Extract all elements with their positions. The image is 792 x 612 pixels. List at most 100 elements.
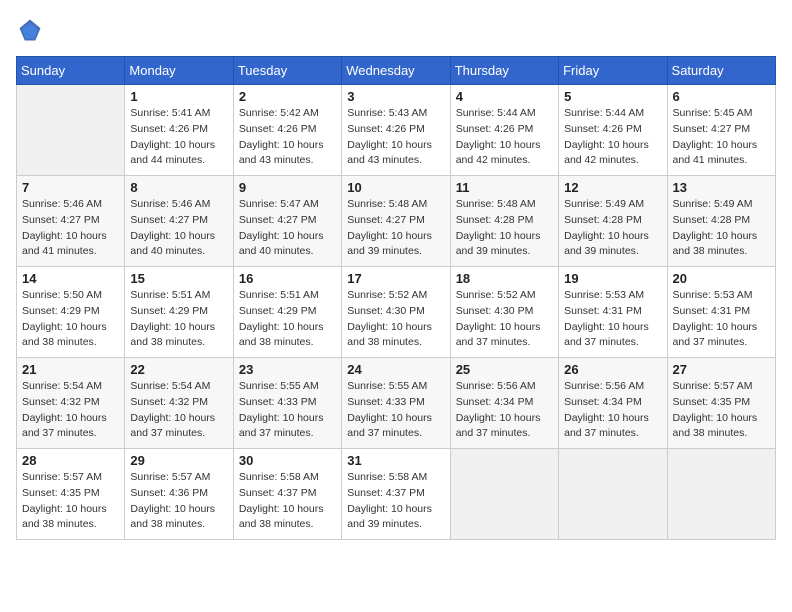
day-info: Sunrise: 5:56 AMSunset: 4:34 PMDaylight:… [456, 379, 553, 442]
day-number: 17 [347, 271, 444, 286]
day-info: Sunrise: 5:58 AMSunset: 4:37 PMDaylight:… [239, 470, 336, 533]
day-info: Sunrise: 5:56 AMSunset: 4:34 PMDaylight:… [564, 379, 661, 442]
day-info: Sunrise: 5:41 AMSunset: 4:26 PMDaylight:… [130, 106, 227, 169]
day-info: Sunrise: 5:53 AMSunset: 4:31 PMDaylight:… [673, 288, 770, 351]
calendar-week-row: 14 Sunrise: 5:50 AMSunset: 4:29 PMDayligh… [17, 267, 776, 358]
day-info: Sunrise: 5:49 AMSunset: 4:28 PMDaylight:… [564, 197, 661, 260]
day-info: Sunrise: 5:57 AMSunset: 4:35 PMDaylight:… [22, 470, 119, 533]
calendar-cell: 8Sunrise: 5:46 AMSunset: 4:27 PMDaylight… [125, 176, 233, 267]
day-info: Sunrise: 5:55 AMSunset: 4:33 PMDaylight:… [347, 379, 444, 442]
day-number: 21 [22, 362, 119, 377]
calendar-cell: 18 Sunrise: 5:52 AMSunset: 4:30 PMDayligh… [450, 267, 558, 358]
weekday-header-thursday: Thursday [450, 57, 558, 85]
day-info: Sunrise: 5:50 AMSunset: 4:29 PMDaylight:… [22, 288, 119, 351]
day-number: 10 [347, 180, 444, 195]
day-info: Sunrise: 5:44 AMSunset: 4:26 PMDaylight:… [564, 106, 661, 169]
calendar-cell: 24 Sunrise: 5:55 AMSunset: 4:33 PMDayligh… [342, 358, 450, 449]
day-info: Sunrise: 5:53 AMSunset: 4:31 PMDaylight:… [564, 288, 661, 351]
day-info: Sunrise: 5:54 AMSunset: 4:32 PMDaylight:… [22, 379, 119, 442]
weekday-header-tuesday: Tuesday [233, 57, 341, 85]
calendar-cell: 27Sunrise: 5:57 AMSunset: 4:35 PMDayligh… [667, 358, 775, 449]
day-number: 24 [347, 362, 444, 377]
day-info: Sunrise: 5:48 AMSunset: 4:27 PMDaylight:… [347, 197, 444, 260]
day-info: Sunrise: 5:45 AMSunset: 4:27 PMDaylight:… [673, 106, 770, 169]
day-number: 6 [673, 89, 770, 104]
weekday-header-wednesday: Wednesday [342, 57, 450, 85]
day-number: 26 [564, 362, 661, 377]
calendar-cell: 13 Sunrise: 5:49 AMSunset: 4:28 PMDayligh… [667, 176, 775, 267]
day-number: 31 [347, 453, 444, 468]
weekday-header-sunday: Sunday [17, 57, 125, 85]
day-number: 1 [130, 89, 227, 104]
calendar-cell: 20 Sunrise: 5:53 AMSunset: 4:31 PMDayligh… [667, 267, 775, 358]
day-number: 25 [456, 362, 553, 377]
calendar-cell: 11Sunrise: 5:48 AMSunset: 4:28 PMDayligh… [450, 176, 558, 267]
day-info: Sunrise: 5:52 AMSunset: 4:30 PMDaylight:… [456, 288, 553, 351]
day-number: 2 [239, 89, 336, 104]
day-info: Sunrise: 5:49 AMSunset: 4:28 PMDaylight:… [673, 197, 770, 260]
calendar-cell: 23 Sunrise: 5:55 AMSunset: 4:33 PMDayligh… [233, 358, 341, 449]
day-number: 13 [673, 180, 770, 195]
calendar-cell [450, 449, 558, 540]
day-info: Sunrise: 5:46 AMSunset: 4:27 PMDaylight:… [22, 197, 119, 260]
calendar-cell: 4 Sunrise: 5:44 AMSunset: 4:26 PMDaylight… [450, 85, 558, 176]
day-info: Sunrise: 5:51 AMSunset: 4:29 PMDaylight:… [130, 288, 227, 351]
day-info: Sunrise: 5:57 AMSunset: 4:36 PMDaylight:… [130, 470, 227, 533]
weekday-header-saturday: Saturday [667, 57, 775, 85]
calendar-week-row: 28 Sunrise: 5:57 AMSunset: 4:35 PMDayligh… [17, 449, 776, 540]
calendar-cell [559, 449, 667, 540]
calendar-cell: 19 Sunrise: 5:53 AMSunset: 4:31 PMDayligh… [559, 267, 667, 358]
day-info: Sunrise: 5:44 AMSunset: 4:26 PMDaylight:… [456, 106, 553, 169]
day-number: 7 [22, 180, 119, 195]
page-header [16, 16, 776, 44]
logo [16, 16, 48, 44]
calendar-cell: 6 Sunrise: 5:45 AMSunset: 4:27 PMDaylight… [667, 85, 775, 176]
calendar-cell: 3 Sunrise: 5:43 AMSunset: 4:26 PMDaylight… [342, 85, 450, 176]
day-number: 15 [130, 271, 227, 286]
day-number: 14 [22, 271, 119, 286]
day-number: 18 [456, 271, 553, 286]
day-info: Sunrise: 5:46 AMSunset: 4:27 PMDaylight:… [130, 197, 227, 260]
day-number: 28 [22, 453, 119, 468]
day-info: Sunrise: 5:52 AMSunset: 4:30 PMDaylight:… [347, 288, 444, 351]
calendar-cell: 30 Sunrise: 5:58 AMSunset: 4:37 PMDayligh… [233, 449, 341, 540]
calendar-cell: 2 Sunrise: 5:42 AMSunset: 4:26 PMDaylight… [233, 85, 341, 176]
day-number: 5 [564, 89, 661, 104]
calendar-cell [667, 449, 775, 540]
day-number: 9 [239, 180, 336, 195]
day-info: Sunrise: 5:48 AMSunset: 4:28 PMDaylight:… [456, 197, 553, 260]
calendar-cell: 29Sunrise: 5:57 AMSunset: 4:36 PMDayligh… [125, 449, 233, 540]
calendar-cell: 22 Sunrise: 5:54 AMSunset: 4:32 PMDayligh… [125, 358, 233, 449]
calendar-week-row: 21 Sunrise: 5:54 AMSunset: 4:32 PMDayligh… [17, 358, 776, 449]
day-number: 4 [456, 89, 553, 104]
day-info: Sunrise: 5:58 AMSunset: 4:37 PMDaylight:… [347, 470, 444, 533]
weekday-header-friday: Friday [559, 57, 667, 85]
calendar-cell: 17 Sunrise: 5:52 AMSunset: 4:30 PMDayligh… [342, 267, 450, 358]
logo-icon [16, 16, 44, 44]
weekday-header-monday: Monday [125, 57, 233, 85]
calendar-cell: 26 Sunrise: 5:56 AMSunset: 4:34 PMDayligh… [559, 358, 667, 449]
day-number: 19 [564, 271, 661, 286]
day-info: Sunrise: 5:47 AMSunset: 4:27 PMDaylight:… [239, 197, 336, 260]
calendar-cell: 10 Sunrise: 5:48 AMSunset: 4:27 PMDayligh… [342, 176, 450, 267]
calendar-cell: 31 Sunrise: 5:58 AMSunset: 4:37 PMDayligh… [342, 449, 450, 540]
day-number: 30 [239, 453, 336, 468]
day-info: Sunrise: 5:55 AMSunset: 4:33 PMDaylight:… [239, 379, 336, 442]
calendar-cell: 15 Sunrise: 5:51 AMSunset: 4:29 PMDayligh… [125, 267, 233, 358]
day-info: Sunrise: 5:54 AMSunset: 4:32 PMDaylight:… [130, 379, 227, 442]
calendar-cell: 7 Sunrise: 5:46 AMSunset: 4:27 PMDaylight… [17, 176, 125, 267]
day-info: Sunrise: 5:51 AMSunset: 4:29 PMDaylight:… [239, 288, 336, 351]
day-number: 3 [347, 89, 444, 104]
calendar-cell: 16Sunrise: 5:51 AMSunset: 4:29 PMDayligh… [233, 267, 341, 358]
day-number: 23 [239, 362, 336, 377]
calendar-cell: 9 Sunrise: 5:47 AMSunset: 4:27 PMDaylight… [233, 176, 341, 267]
day-number: 22 [130, 362, 227, 377]
calendar-cell [17, 85, 125, 176]
calendar-cell: 12 Sunrise: 5:49 AMSunset: 4:28 PMDayligh… [559, 176, 667, 267]
day-info: Sunrise: 5:43 AMSunset: 4:26 PMDaylight:… [347, 106, 444, 169]
day-info: Sunrise: 5:42 AMSunset: 4:26 PMDaylight:… [239, 106, 336, 169]
calendar-cell: 5 Sunrise: 5:44 AMSunset: 4:26 PMDaylight… [559, 85, 667, 176]
day-number: 12 [564, 180, 661, 195]
weekday-header-row: SundayMondayTuesdayWednesdayThursdayFrid… [17, 57, 776, 85]
day-number: 20 [673, 271, 770, 286]
